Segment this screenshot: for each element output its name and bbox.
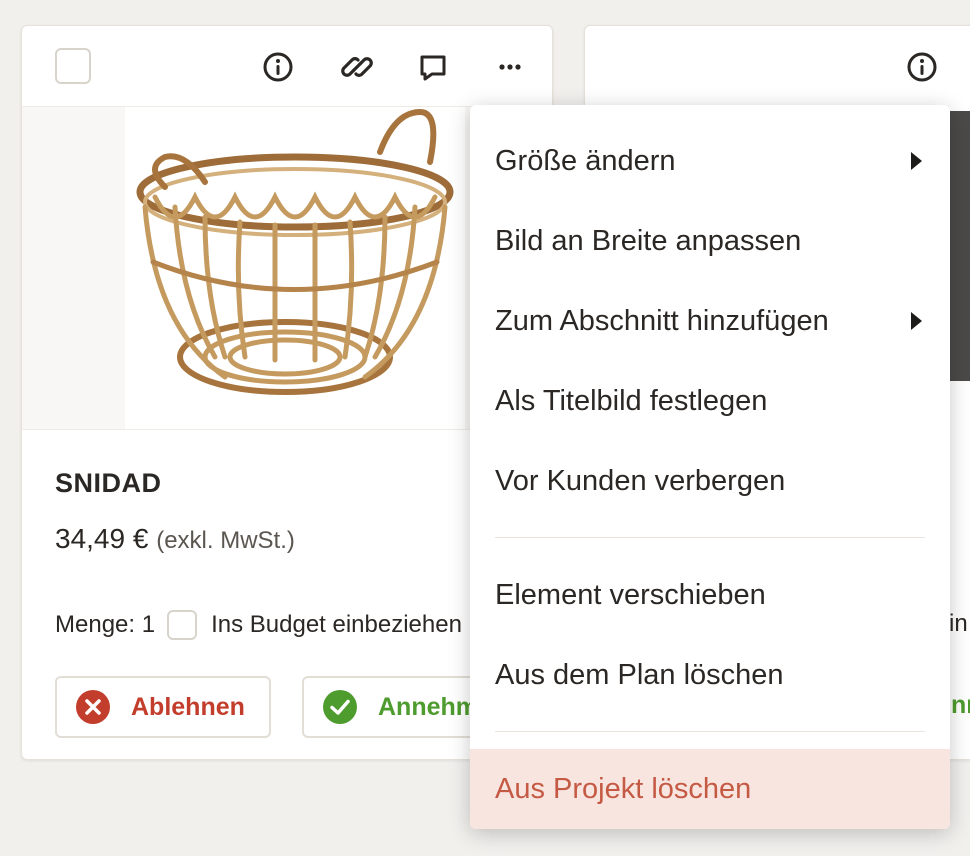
more-icon: [499, 64, 521, 70]
quantity-row: Menge: 1 Ins Budget einbeziehen: [55, 610, 462, 640]
quantity-label: Menge: 1: [55, 611, 156, 638]
accept-label-secondary[interactable]: nn: [951, 691, 970, 720]
price-note: (exkl. MwSt.): [156, 527, 295, 554]
product-price: 34,49 € (exkl. MwSt.): [55, 523, 295, 555]
menu-item-delete-from-plan[interactable]: Aus dem Plan löschen: [470, 643, 950, 707]
reject-icon: [76, 690, 110, 724]
menu-item-label: Als Titelbild festlegen: [495, 384, 768, 417]
price-value: 34,49 €: [55, 523, 149, 554]
menu-item-delete-from-project[interactable]: Aus Projekt löschen: [470, 749, 950, 829]
budget-checkbox[interactable]: [167, 610, 198, 640]
reject-button[interactable]: Ablehnen: [55, 676, 271, 738]
product-image[interactable]: [125, 107, 465, 429]
menu-item-resize[interactable]: Größe ändern: [470, 129, 950, 193]
chevron-right-icon: [911, 152, 922, 170]
info-button-secondary[interactable]: [905, 50, 939, 84]
card-toolbar: [22, 26, 552, 107]
context-menu: Größe ändern Bild an Breite anpassen Zum…: [470, 105, 950, 829]
select-checkbox[interactable]: [55, 48, 91, 84]
link-button[interactable]: [340, 50, 374, 84]
menu-item-label: Bild an Breite anpassen: [495, 224, 802, 257]
comment-button[interactable]: [416, 50, 450, 84]
product-title: SNIDAD: [55, 468, 162, 498]
info-button[interactable]: [261, 50, 295, 84]
menu-divider: [495, 731, 925, 732]
menu-item-add-to-section[interactable]: Zum Abschnitt hinzufügen: [470, 289, 950, 353]
menu-item-label: Größe ändern: [495, 144, 676, 177]
link-icon: [341, 57, 373, 77]
info-icon: [907, 52, 937, 82]
more-button[interactable]: [493, 50, 527, 84]
menu-item-label: Element verschieben: [495, 578, 766, 611]
menu-item-label: Aus dem Plan löschen: [495, 658, 784, 691]
menu-divider: [495, 537, 925, 538]
budget-label-secondary: in: [949, 610, 968, 637]
budget-label: Ins Budget einbeziehen: [211, 611, 462, 638]
menu-item-hide-from-client[interactable]: Vor Kunden verbergen: [470, 449, 950, 513]
comment-icon: [420, 55, 446, 81]
chevron-right-icon: [911, 312, 922, 330]
accept-icon: [323, 690, 357, 724]
reject-label: Ablehnen: [131, 692, 245, 721]
menu-item-fit-width[interactable]: Bild an Breite anpassen: [470, 209, 950, 273]
rattan-basket-image: [136, 108, 454, 395]
menu-item-label: Zum Abschnitt hinzufügen: [495, 304, 829, 337]
info-icon: [263, 52, 293, 82]
menu-item-label: Aus Projekt löschen: [495, 772, 752, 805]
menu-item-set-cover[interactable]: Als Titelbild festlegen: [470, 369, 950, 433]
menu-item-move[interactable]: Element verschieben: [470, 563, 950, 627]
menu-item-label: Vor Kunden verbergen: [495, 464, 786, 497]
